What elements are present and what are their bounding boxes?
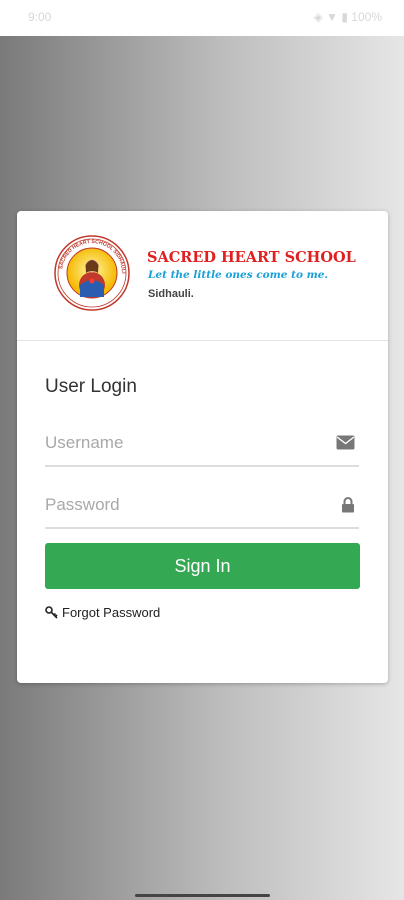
login-title: User Login: [45, 376, 137, 397]
status-time: 9:00: [28, 10, 52, 24]
status-icons: ◈ ▼ ▮ 100%: [313, 10, 382, 24]
login-card: SACRED HEART SCHOOL SIDHAULI SACRED HEAR…: [17, 211, 388, 683]
school-logo: SACRED HEART SCHOOL SIDHAULI: [54, 235, 130, 311]
school-header: SACRED HEART SCHOOL SIDHAULI SACRED HEAR…: [17, 211, 388, 341]
forgot-password-link[interactable]: Forgot Password: [45, 605, 160, 620]
username-input[interactable]: [45, 429, 315, 457]
username-field[interactable]: [45, 425, 359, 467]
password-field[interactable]: [45, 487, 359, 529]
login-screen: 9:00 ◈ ▼ ▮ 100% SACRED HEART SCHOOL SIDH…: [0, 0, 404, 900]
sign-in-button[interactable]: Sign In: [45, 543, 360, 589]
key-icon: [45, 606, 58, 619]
envelope-icon: [336, 435, 355, 450]
home-indicator[interactable]: [135, 894, 270, 897]
password-input[interactable]: [45, 491, 315, 519]
school-motto: Let the little ones come to me.: [148, 269, 329, 281]
forgot-password-label: Forgot Password: [62, 605, 161, 620]
lock-icon: [342, 497, 354, 513]
status-bar: 9:00 ◈ ▼ ▮ 100%: [0, 0, 404, 36]
school-name: SACRED HEART SCHOOL: [147, 249, 356, 266]
school-place: Sidhauli.: [148, 288, 194, 300]
